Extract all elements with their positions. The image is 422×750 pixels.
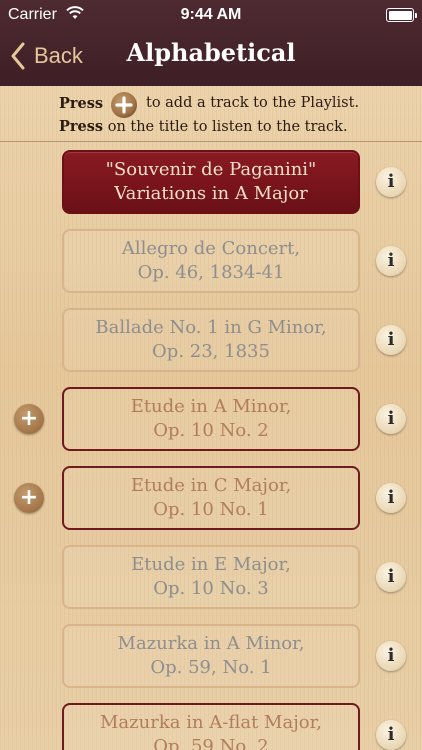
track-info-button[interactable]: i <box>376 167 406 197</box>
track-title-line-2: Op. 59 No. 2 <box>153 736 269 750</box>
page-title: Alphabetical <box>126 38 296 67</box>
track-title-line-1: Mazurka in A-flat Major, <box>100 712 322 733</box>
info-icon: i <box>387 566 395 587</box>
track-row: "Souvenir de Paganini" Variations in A Ma… <box>0 150 422 214</box>
instruction-line-2-text: on the title to listen to the track. <box>107 119 348 135</box>
instruction-press-2: Press <box>59 118 104 135</box>
track-info-button[interactable]: i <box>376 483 406 513</box>
track-title-line-1: Ballade No. 1 in G Minor, <box>95 317 327 338</box>
instruction-line-1: Press <box>59 95 103 112</box>
track-title-line-1: Etude in A Minor, <box>130 396 292 417</box>
track-title-line-1: Etude in E Major, <box>131 554 291 575</box>
track-title-button[interactable]: Etude in C Major, Op. 10 No. 1 <box>62 466 360 530</box>
info-icon: i <box>387 171 395 192</box>
track-info-button[interactable]: i <box>376 720 406 750</box>
instruction-line-1-text: to add a track to the Playlist. <box>146 95 360 111</box>
track-title-line-2: Op. 46, 1834-41 <box>137 262 285 283</box>
track-title-button[interactable]: Etude in A Minor, Op. 10 No. 2 <box>62 387 360 451</box>
track-title-button[interactable]: Allegro de Concert, Op. 46, 1834-41 <box>62 229 360 293</box>
track-title-line-1: Allegro de Concert, <box>121 238 301 259</box>
track-title-line-2: Op. 10 No. 2 <box>153 420 269 441</box>
track-title-line-1: Mazurka in A Minor, <box>117 633 305 654</box>
battery-icon <box>386 8 417 22</box>
instruction-line-2: Press on the title to listen to the trac… <box>59 118 348 135</box>
track-title-line-2: Op. 10 No. 3 <box>153 578 269 599</box>
track-title-button[interactable]: Ballade No. 1 in G Minor, Op. 23, 1835 <box>62 308 360 372</box>
track-row: Etude in E Major, Op. 10 No. 3 i <box>0 545 422 609</box>
clock: 9:44 AM <box>180 6 242 23</box>
track-title-line-1: "Souvenir de Paganini" <box>105 159 317 180</box>
track-title-line-2: Op. 23, 1835 <box>152 341 270 362</box>
track-row: Allegro de Concert, Op. 46, 1834-41 i <box>0 229 422 293</box>
instruction-press-1: Press <box>59 95 104 112</box>
track-title-line-2: Variations in A Major <box>114 183 308 204</box>
track-info-button[interactable]: i <box>376 641 406 671</box>
info-icon: i <box>387 487 395 508</box>
info-icon: i <box>387 408 395 429</box>
track-row: + Etude in A Minor, Op. 10 No. 2 i <box>0 387 422 451</box>
plus-icon <box>111 92 137 118</box>
track-title-line-1: Etude in C Major, <box>130 475 292 496</box>
track-row: Mazurka in A Minor, Op. 59, No. 1 i <box>0 624 422 688</box>
navigation-bar: Carrier 9:44 AM Back Alphabetical <box>0 0 422 86</box>
plus-icon: + <box>19 484 39 510</box>
info-icon: i <box>387 645 395 666</box>
track-list[interactable]: "Souvenir de Paganini" Variations in A Ma… <box>0 143 422 750</box>
track-row: + Etude in C Major, Op. 10 No. 1 i <box>0 466 422 530</box>
track-title-button[interactable]: Mazurka in A Minor, Op. 59, No. 1 <box>62 624 360 688</box>
plus-icon: + <box>19 405 39 431</box>
info-icon: i <box>387 724 395 745</box>
info-icon: i <box>387 329 395 350</box>
info-icon: i <box>387 250 395 271</box>
track-info-button[interactable]: i <box>376 404 406 434</box>
add-to-playlist-button[interactable]: + <box>14 483 44 513</box>
add-to-playlist-button[interactable]: + <box>14 404 44 434</box>
track-row: Ballade No. 1 in G Minor, Op. 23, 1835 i <box>0 308 422 372</box>
track-info-button[interactable]: i <box>376 246 406 276</box>
track-info-button[interactable]: i <box>376 562 406 592</box>
track-title-line-2: Op. 10 No. 1 <box>153 499 269 520</box>
track-title-button[interactable]: Etude in E Major, Op. 10 No. 3 <box>62 545 360 609</box>
track-title-line-2: Op. 59, No. 1 <box>150 657 272 678</box>
track-info-button[interactable]: i <box>376 325 406 355</box>
track-title-button[interactable]: Mazurka in A-flat Major, Op. 59 No. 2 <box>62 703 360 750</box>
track-title-button[interactable]: "Souvenir de Paganini" Variations in A Ma… <box>62 150 360 214</box>
status-bar: Carrier 9:44 AM <box>0 0 422 30</box>
track-row: Mazurka in A-flat Major, Op. 59 No. 2 i <box>0 703 422 750</box>
